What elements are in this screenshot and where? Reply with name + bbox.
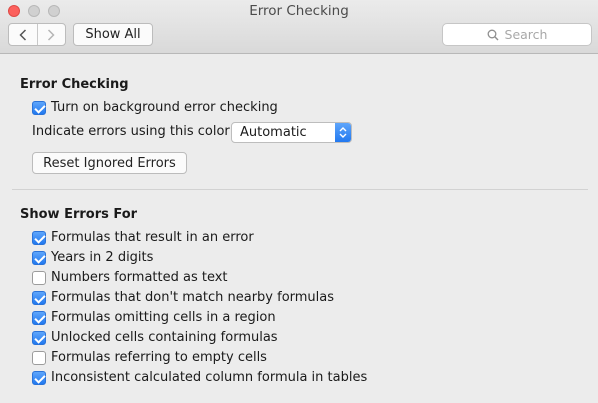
search-icon (487, 29, 499, 40)
error-checking-heading: Error Checking (20, 77, 129, 92)
show-errors-row[interactable]: Formulas omitting cells in a region (32, 309, 276, 326)
color-label: Indicate errors using this color: (32, 124, 234, 139)
show-errors-row[interactable]: Unlocked cells containing formulas (32, 329, 278, 346)
error-color-value: Automatic (240, 125, 307, 140)
color-label-row: Indicate errors using this color: (32, 123, 234, 140)
section-divider (12, 189, 588, 190)
show-errors-checkbox[interactable] (32, 330, 46, 345)
show-errors-label: Formulas that result in an error (51, 230, 254, 245)
background-checking-checkbox[interactable] (32, 100, 46, 115)
show-all-button[interactable]: Show All (73, 23, 153, 46)
show-errors-row[interactable]: Years in 2 digits (32, 249, 153, 266)
window-title: Error Checking (249, 3, 349, 19)
show-errors-checkbox[interactable] (32, 310, 46, 325)
show-errors-row[interactable]: Formulas referring to empty cells (32, 349, 267, 366)
show-errors-checkbox[interactable] (32, 290, 46, 305)
show-errors-checkbox[interactable] (32, 230, 46, 245)
show-errors-row[interactable]: Formulas that result in an error (32, 229, 254, 246)
show-errors-checkbox[interactable] (32, 370, 46, 385)
show-errors-label: Inconsistent calculated column formula i… (51, 370, 368, 385)
show-errors-label: Formulas referring to empty cells (51, 350, 267, 365)
title-bar: Error Checking Show All Search (0, 0, 598, 54)
show-errors-label: Formulas omitting cells in a region (51, 310, 276, 325)
show-errors-checkbox[interactable] (32, 250, 46, 265)
background-checking-row[interactable]: Turn on background error checking (32, 99, 278, 116)
popup-arrows-icon (335, 123, 351, 142)
show-errors-label: Numbers formatted as text (51, 270, 228, 285)
chevron-right-icon (48, 28, 55, 41)
search-placeholder: Search (504, 27, 548, 42)
preferences-pane: Error Checking Turn on background error … (0, 55, 598, 403)
show-errors-row[interactable]: Numbers formatted as text (32, 269, 228, 286)
show-errors-row[interactable]: Formulas that don't match nearby formula… (32, 289, 334, 306)
show-errors-row[interactable]: Inconsistent calculated column formula i… (32, 369, 367, 386)
back-button[interactable] (9, 24, 37, 45)
forward-button[interactable] (36, 24, 66, 45)
background-checking-label: Turn on background error checking (51, 100, 278, 115)
show-errors-label: Years in 2 digits (51, 250, 154, 265)
nav-button-group (8, 23, 66, 46)
chevron-left-icon (19, 28, 26, 41)
error-color-select[interactable]: Automatic (231, 122, 352, 143)
show-errors-label: Formulas that don't match nearby formula… (51, 290, 335, 305)
reset-ignored-errors-button[interactable]: Reset Ignored Errors (32, 152, 187, 174)
show-errors-label: Unlocked cells containing formulas (51, 330, 278, 345)
show-errors-checkbox[interactable] (32, 350, 46, 365)
show-errors-checkbox[interactable] (32, 270, 46, 285)
search-field[interactable]: Search (442, 23, 592, 46)
show-errors-for-heading: Show Errors For (20, 207, 138, 222)
